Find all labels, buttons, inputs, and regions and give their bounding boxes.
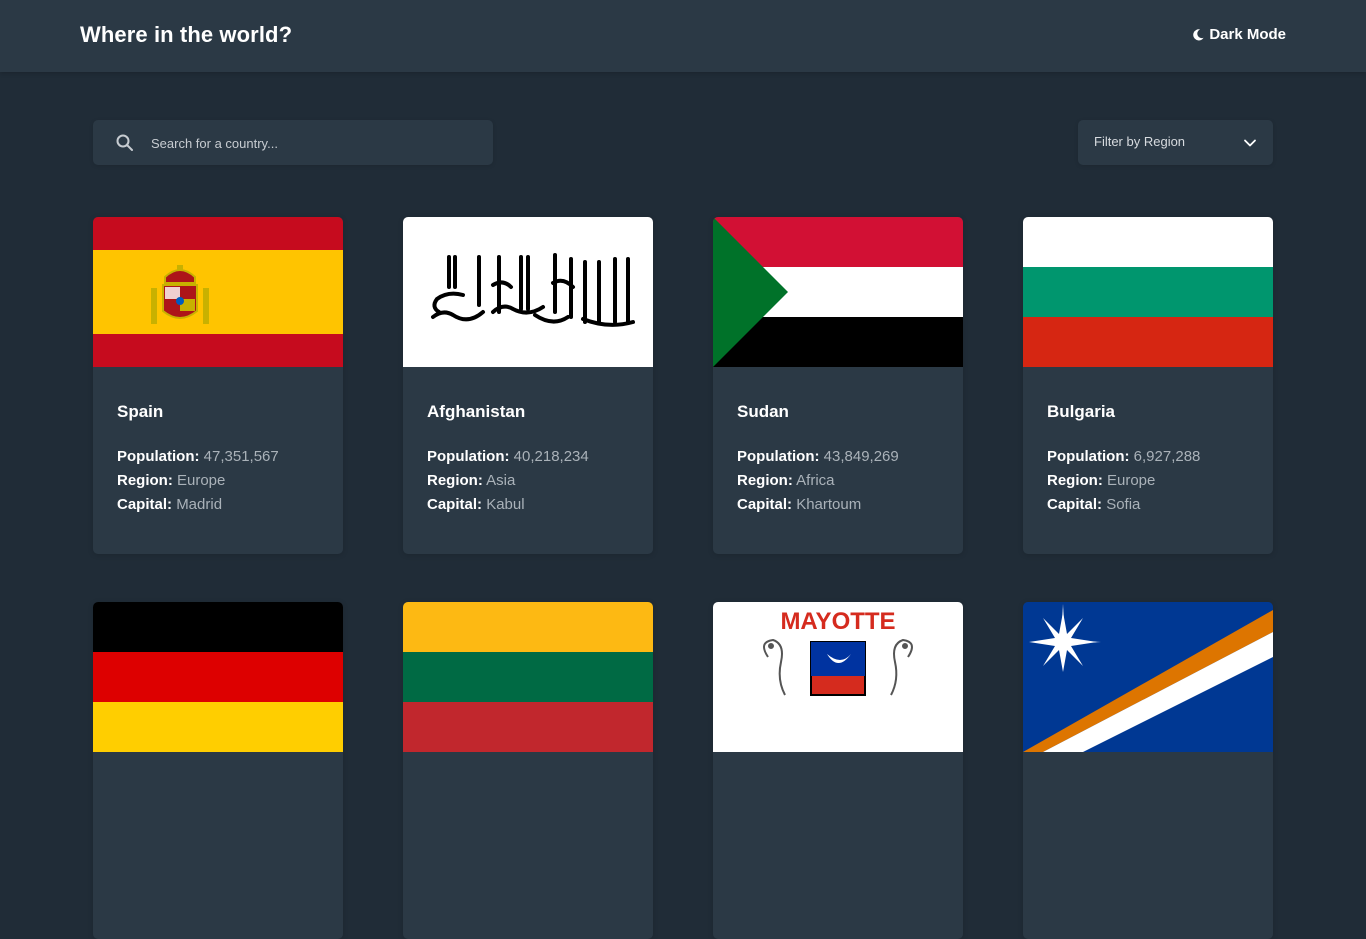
population-value: 40,218,234 [513, 448, 589, 465]
country-card-afghanistan[interactable]: Afghanistan Population: 40,218,234 Regio… [403, 217, 653, 554]
country-name: Afghanistan [427, 402, 526, 421]
flag-spain [93, 217, 343, 367]
country-name: Bulgaria [1047, 402, 1116, 421]
region-label: Region: [117, 472, 173, 489]
flag-afghanistan [403, 217, 653, 367]
region-filter-dropdown[interactable]: Filter by Region [1078, 120, 1273, 165]
capital-value: Madrid [176, 496, 223, 513]
capital-value: Kabul [486, 496, 525, 513]
app-title: Where in the world? [80, 22, 293, 47]
search-input[interactable] [149, 120, 473, 167]
moon-icon [1193, 28, 1204, 40]
country-name: Spain [117, 402, 164, 421]
region-label: Region: [737, 472, 793, 489]
chevron-down-icon [1244, 139, 1256, 147]
population-label: Population: [117, 448, 200, 465]
capital-value: Khartoum [796, 496, 862, 513]
flag-mayotte: MAYOTTE [713, 602, 963, 752]
search-box [93, 120, 493, 167]
country-card-lithuania[interactable] [403, 602, 653, 939]
region-label: Region: [1047, 472, 1103, 489]
country-card-marshall-islands[interactable] [1023, 602, 1273, 939]
flag-bulgaria [1023, 217, 1273, 367]
population-label: Population: [1047, 448, 1130, 465]
flag-marshall-islands [1023, 602, 1273, 752]
flag-sudan [713, 217, 963, 367]
dark-mode-toggle[interactable]: Dark Mode [1191, 26, 1286, 43]
country-card-sudan[interactable]: Sudan Population: 43,849,269 Region: Afr… [713, 217, 963, 554]
country-name: Sudan [737, 402, 789, 421]
filter-label: Filter by Region [1094, 134, 1186, 149]
region-value: Europe [1107, 472, 1156, 489]
mayotte-flag-text: MAYOTTE [780, 608, 895, 635]
country-card-bulgaria[interactable]: Bulgaria Population: 6,927,288 Region: E… [1023, 217, 1273, 554]
population-value: 43,849,269 [823, 448, 899, 465]
population-value: 47,351,567 [203, 448, 279, 465]
capital-label: Capital: [117, 496, 173, 513]
population-label: Population: [737, 448, 820, 465]
country-card-germany[interactable] [93, 602, 343, 939]
search-icon [116, 134, 133, 151]
capital-label: Capital: [427, 496, 483, 513]
top-bar: Where in the world? Dark Mode [0, 0, 1366, 72]
flag-lithuania [403, 602, 653, 752]
capital-label: Capital: [737, 496, 793, 513]
capital-label: Capital: [1047, 496, 1103, 513]
dark-mode-label: Dark Mode [1209, 26, 1286, 43]
population-label: Population: [427, 448, 510, 465]
country-card-spain[interactable]: Spain Population: 47,351,567 Region: Eur… [93, 217, 343, 554]
flag-germany [93, 602, 343, 752]
region-label: Region: [427, 472, 483, 489]
region-value: Asia [486, 472, 516, 489]
capital-value: Sofia [1106, 496, 1141, 513]
country-card-mayotte[interactable]: MAYOTTE [713, 602, 963, 939]
region-value: Africa [796, 472, 835, 489]
region-value: Europe [177, 472, 226, 489]
population-value: 6,927,288 [1133, 448, 1201, 465]
